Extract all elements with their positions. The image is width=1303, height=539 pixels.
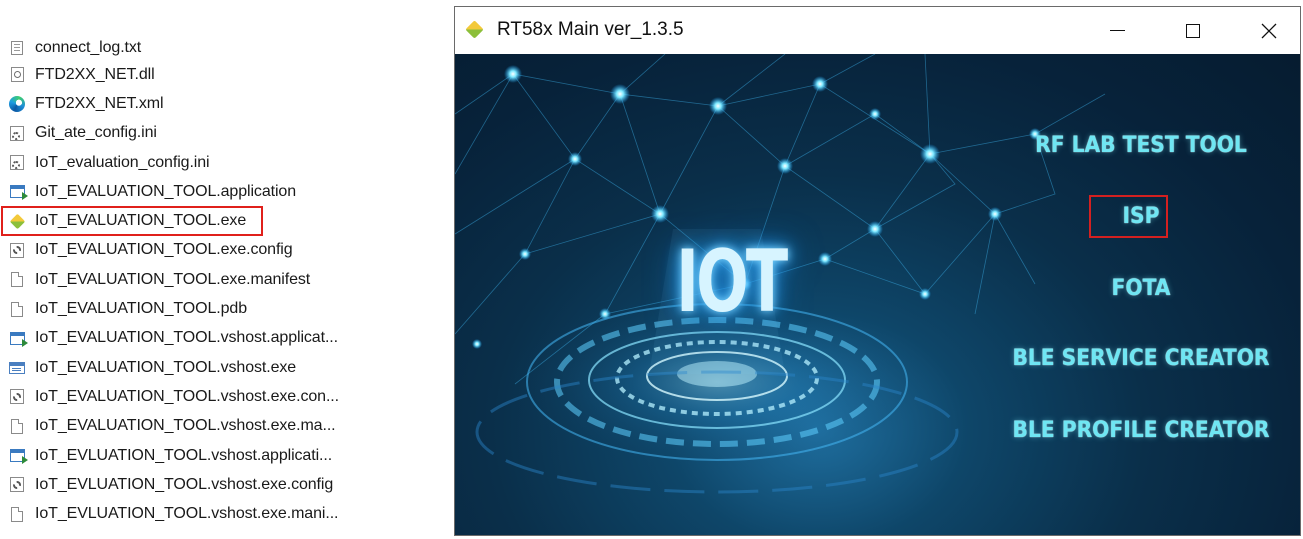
- close-button[interactable]: [1231, 7, 1303, 54]
- file-item-iot-pdb[interactable]: IoT_EVALUATION_TOOL.pdb: [0, 294, 420, 323]
- ini-file-icon: [9, 155, 25, 171]
- file-item-iot-application[interactable]: IoT_EVALUATION_TOOL.application: [0, 177, 420, 206]
- edge-browser-icon: [9, 95, 25, 112]
- file-item-ftd2xx-dll[interactable]: FTD2XX_NET.dll: [0, 60, 420, 89]
- minimize-button[interactable]: [1079, 7, 1155, 54]
- file-label: connect_log.txt: [35, 39, 142, 56]
- file-item-iot-exe-manifest[interactable]: IoT_EVALUATION_TOOL.exe.manifest: [0, 265, 420, 294]
- rf-lab-test-tool-button[interactable]: RF LAB TEST TOOL: [1012, 133, 1270, 158]
- iot-banner-text: IOT: [676, 232, 788, 332]
- file-label: IoT_EVALUATION_TOOL.exe: [35, 212, 247, 230]
- file-label: IoT_EVALUATION_TOOL.exe.manifest: [35, 270, 311, 288]
- file-label: IoT_EVLUATION_TOOL.vshost.exe.config: [35, 475, 334, 493]
- file-label: IoT_EVLUATION_TOOL.vshost.exe.mani...: [35, 505, 339, 523]
- file-item-iot-exe-config[interactable]: IoT_EVALUATION_TOOL.exe.config: [0, 236, 420, 265]
- fota-button[interactable]: FOTA: [1012, 276, 1270, 301]
- file-item-connect-log[interactable]: connect_log.txt: [0, 36, 420, 60]
- ble-profile-creator-button[interactable]: BLE PROFILE CREATOR: [992, 418, 1290, 443]
- file-label: FTD2XX_NET.dll: [35, 65, 155, 83]
- window-title: RT58x Main ver_1.3.5: [497, 19, 684, 40]
- blank-file-icon: [9, 272, 25, 288]
- ini-file-icon: [9, 125, 25, 141]
- maximize-icon: [1186, 23, 1200, 38]
- file-item-evluation-vshost-exe-config[interactable]: IoT_EVLUATION_TOOL.vshost.exe.config: [0, 470, 420, 499]
- file-item-evluation-vshost-application[interactable]: IoT_EVLUATION_TOOL.vshost.applicati...: [0, 441, 420, 470]
- text-file-icon: [9, 40, 25, 56]
- file-label: IoT_EVALUATION_TOOL.vshost.exe.con...: [35, 387, 339, 405]
- application-manifest-icon: [9, 448, 28, 464]
- file-label: IoT_evaluation_config.ini: [35, 153, 210, 171]
- ble-service-creator-button[interactable]: BLE SERVICE CREATOR: [992, 346, 1290, 371]
- application-manifest-icon: [9, 330, 28, 347]
- file-item-iot-vshost-exe-manifest[interactable]: IoT_EVALUATION_TOOL.vshost.exe.ma...: [0, 412, 420, 441]
- file-item-iot-evaluation-config[interactable]: IoT_evaluation_config.ini: [0, 148, 420, 177]
- file-item-iot-vshost-exe-config[interactable]: IoT_EVALUATION_TOOL.vshost.exe.con...: [0, 382, 420, 411]
- file-item-iot-exe[interactable]: IoT_EVALUATION_TOOL.exe: [1, 206, 263, 236]
- maximize-button[interactable]: [1155, 7, 1231, 54]
- app-window: RT58x Main ver_1.3.5 IOT RF LAB TEST TOO…: [454, 6, 1301, 536]
- file-label: IoT_EVALUATION_TOOL.exe.config: [35, 241, 293, 259]
- file-label: IoT_EVALUATION_TOOL.vshost.exe: [35, 358, 297, 376]
- blank-file-icon: [9, 506, 25, 522]
- file-item-iot-vshost-exe[interactable]: IoT_EVALUATION_TOOL.vshost.exe: [0, 353, 420, 382]
- file-label: IoT_EVALUATION_TOOL.application: [35, 182, 297, 200]
- blank-file-icon: [9, 418, 25, 434]
- file-label: Git_ate_config.ini: [35, 124, 157, 142]
- config-file-icon: [9, 242, 25, 258]
- minimize-icon: [1109, 30, 1125, 31]
- config-file-icon: [9, 389, 25, 405]
- file-label: IoT_EVLUATION_TOOL.vshost.applicati...: [35, 446, 333, 464]
- file-item-git-ate-config[interactable]: Git_ate_config.ini: [0, 119, 420, 148]
- close-icon: [1261, 23, 1277, 38]
- title-bar[interactable]: RT58x Main ver_1.3.5: [455, 7, 1300, 54]
- rt58x-app-icon: [9, 213, 25, 229]
- file-item-ftd2xx-xml[interactable]: FTD2XX_NET.xml: [0, 89, 420, 118]
- dll-file-icon: [9, 67, 25, 83]
- executable-icon: [9, 360, 25, 376]
- main-panel: IOT RF LAB TEST TOOL ISP FOTA BLE SERVIC…: [455, 54, 1300, 535]
- application-manifest-icon: [9, 184, 28, 201]
- file-list: connect_log.txt FTD2XX_NET.dll FTD2XX_NE…: [0, 36, 420, 529]
- file-label: IoT_EVALUATION_TOOL.pdb: [35, 300, 248, 318]
- file-label: IoT_EVALUATION_TOOL.vshost.exe.ma...: [35, 417, 336, 435]
- file-item-evluation-vshost-exe-manifest[interactable]: IoT_EVLUATION_TOOL.vshost.exe.mani...: [0, 499, 420, 528]
- rt58x-app-icon: [465, 20, 484, 39]
- file-item-iot-vshost-application[interactable]: IoT_EVALUATION_TOOL.vshost.applicat...: [0, 324, 420, 353]
- blank-file-icon: [9, 301, 25, 317]
- file-label: IoT_EVALUATION_TOOL.vshost.applicat...: [35, 329, 338, 347]
- config-file-icon: [9, 477, 25, 493]
- file-label: FTD2XX_NET.xml: [35, 94, 164, 112]
- isp-highlight-box: [1089, 195, 1168, 238]
